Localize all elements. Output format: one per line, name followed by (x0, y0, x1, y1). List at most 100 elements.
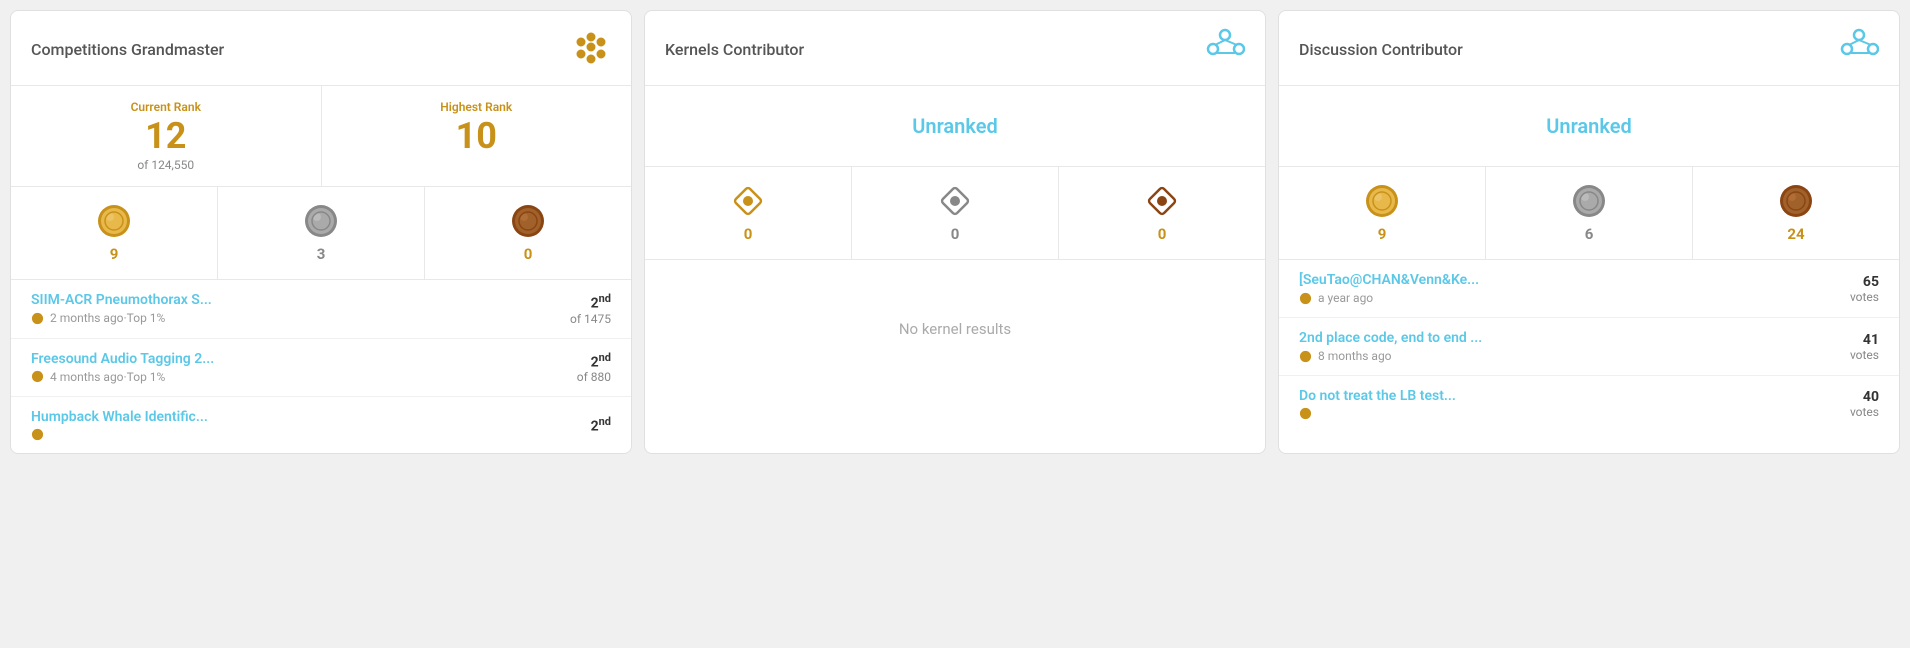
medal-box-bronze: 24 (1693, 167, 1899, 259)
entry-votes: 40 (1809, 389, 1879, 405)
medal-box-silver: 0 (852, 167, 1059, 259)
entry-meta: 2 months ago·Top 1% (31, 311, 541, 325)
entries-section: SIIM-ACR Pneumothorax S... 2 months ago·… (11, 280, 631, 453)
medal-box-bronze: 0 (1059, 167, 1265, 259)
medal-icon-gold (96, 203, 132, 239)
entry-left: Freesound Audio Tagging 2... 4 months ag… (31, 351, 541, 384)
panels-container: Competitions Grandmaster Current Rank 12… (10, 10, 1900, 454)
panel-kernels: Kernels Contributor Unranked 0 0 0No ker… (644, 10, 1266, 454)
medal-count-silver: 3 (228, 245, 414, 263)
entry-title[interactable]: [SeuTao@CHAN&Venn&Ke... (1299, 272, 1809, 288)
medal-count-bronze: 0 (435, 245, 621, 263)
panel-header-discussion: Discussion Contributor (1279, 11, 1899, 86)
entry-left: [SeuTao@CHAN&Venn&Ke... a year ago (1299, 272, 1809, 305)
entries-section: [SeuTao@CHAN&Venn&Ke... a year ago65vote… (1279, 260, 1899, 453)
medals-section: 9 6 24 (1279, 167, 1899, 260)
entry-place: 2nd (541, 415, 611, 435)
entry-title[interactable]: 2nd place code, end to end ... (1299, 330, 1809, 346)
medal-box-silver: 6 (1486, 167, 1693, 259)
entry-row[interactable]: SIIM-ACR Pneumothorax S... 2 months ago·… (11, 280, 631, 339)
current-rank-label: Current Rank (27, 100, 305, 114)
rank-section: Current Rank 12 of 124,550 Highest Rank … (11, 86, 631, 187)
entry-meta-text: 4 months ago·Top 1% (50, 370, 165, 384)
panel-competitions: Competitions Grandmaster Current Rank 12… (10, 10, 632, 454)
no-results-text: No kernel results (645, 260, 1265, 398)
medal-box-bronze: 0 (425, 187, 631, 279)
contributor-icon (1205, 27, 1245, 71)
entry-of: of 880 (541, 370, 611, 384)
entry-right: 40votes (1809, 389, 1879, 419)
rank-total: of 124,550 (27, 158, 305, 172)
medals-section: 0 0 0 (645, 167, 1265, 260)
entry-meta: 4 months ago·Top 1% (31, 370, 541, 384)
entry-left: Do not treat the LB test... (1299, 388, 1809, 420)
entry-right: 65votes (1809, 274, 1879, 304)
medal-count-gold: 0 (655, 225, 841, 243)
entry-place: 2nd (541, 351, 611, 371)
current-rank-box: Current Rank 12 of 124,550 (11, 86, 322, 186)
panel-header-kernels: Kernels Contributor (645, 11, 1265, 86)
medal-count-bronze: 0 (1069, 225, 1255, 243)
entry-right: 2nd (541, 415, 611, 435)
entry-title[interactable]: SIIM-ACR Pneumothorax S... (31, 292, 541, 308)
highest-rank-box: Highest Rank 10 (322, 86, 632, 186)
highest-rank-number: 10 (338, 118, 616, 154)
unranked-section: Unranked (1279, 86, 1899, 167)
contributor-icon (1839, 27, 1879, 71)
entry-meta-text: 8 months ago (1318, 349, 1392, 363)
unranked-text: Unranked (1546, 114, 1631, 138)
panel-title-competitions: Competitions Grandmaster (31, 40, 224, 59)
medal-count-bronze: 24 (1703, 225, 1889, 243)
medal-icon-silver (937, 183, 973, 219)
entry-place: 2nd (541, 292, 611, 312)
grandmaster-icon (571, 27, 611, 71)
medals-section: 9 3 0 (11, 187, 631, 280)
entry-votes-label: votes (1809, 290, 1879, 304)
entry-left: 2nd place code, end to end ... 8 months … (1299, 330, 1809, 363)
entry-title[interactable]: Do not treat the LB test... (1299, 388, 1809, 404)
entry-votes-label: votes (1809, 405, 1879, 419)
unranked-text: Unranked (912, 114, 997, 138)
medal-box-gold: 9 (11, 187, 218, 279)
unranked-section: Unranked (645, 86, 1265, 167)
entries-section: No kernel results (645, 260, 1265, 453)
current-rank-number: 12 (27, 118, 305, 154)
entry-left: SIIM-ACR Pneumothorax S... 2 months ago·… (31, 292, 541, 325)
medal-icon-silver (1571, 183, 1607, 219)
highest-rank-label: Highest Rank (338, 100, 616, 114)
medal-icon-bronze (510, 203, 546, 239)
entry-row[interactable]: [SeuTao@CHAN&Venn&Ke... a year ago65vote… (1279, 260, 1899, 318)
medal-box-silver: 3 (218, 187, 425, 279)
medal-icon-silver (303, 203, 339, 239)
medal-count-gold: 9 (21, 245, 207, 263)
panel-title-discussion: Discussion Contributor (1299, 40, 1463, 59)
medal-count-silver: 6 (1496, 225, 1682, 243)
entry-meta-text: a year ago (1318, 291, 1373, 305)
entry-meta: 8 months ago (1299, 349, 1809, 363)
entry-row[interactable]: Freesound Audio Tagging 2... 4 months ag… (11, 339, 631, 398)
entry-meta (31, 428, 541, 441)
medal-icon-bronze (1778, 183, 1814, 219)
medal-icon-gold (730, 183, 766, 219)
entry-left: Humpback Whale Identific... (31, 409, 541, 441)
entry-title[interactable]: Humpback Whale Identific... (31, 409, 541, 425)
entry-votes: 41 (1809, 332, 1879, 348)
entry-title[interactable]: Freesound Audio Tagging 2... (31, 351, 541, 367)
entry-row[interactable]: Humpback Whale Identific... 2nd (11, 397, 631, 453)
medal-count-silver: 0 (862, 225, 1048, 243)
entry-right: 2ndof 880 (541, 351, 611, 385)
medal-box-gold: 0 (645, 167, 852, 259)
medal-icon-gold (1364, 183, 1400, 219)
medal-box-gold: 9 (1279, 167, 1486, 259)
entry-right: 41votes (1809, 332, 1879, 362)
entry-of: of 1475 (541, 312, 611, 326)
entry-meta (1299, 407, 1809, 420)
medal-count-gold: 9 (1289, 225, 1475, 243)
panel-title-kernels: Kernels Contributor (665, 40, 804, 59)
entry-row[interactable]: 2nd place code, end to end ... 8 months … (1279, 318, 1899, 376)
entry-votes-label: votes (1809, 348, 1879, 362)
panel-header-competitions: Competitions Grandmaster (11, 11, 631, 86)
entry-meta-text: 2 months ago·Top 1% (50, 311, 165, 325)
medal-icon-bronze (1144, 183, 1180, 219)
entry-row[interactable]: Do not treat the LB test... 40votes (1279, 376, 1899, 432)
